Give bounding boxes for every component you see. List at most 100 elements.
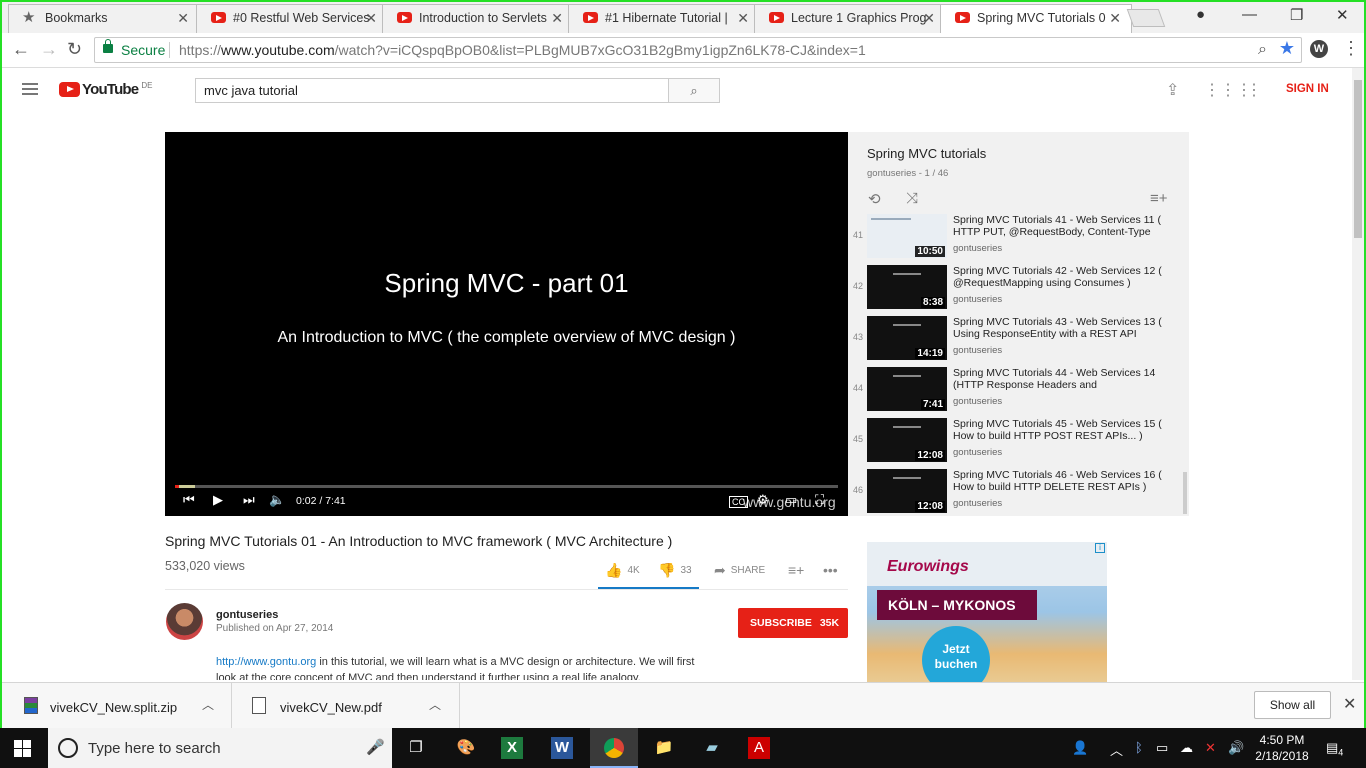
word-app-icon[interactable]: W — [551, 737, 573, 759]
extension-icon[interactable]: W — [1310, 40, 1328, 58]
sign-in-button[interactable]: SIGN IN — [1286, 83, 1329, 95]
notification-center-icon[interactable]: ▤4 — [1326, 740, 1343, 758]
acrobat-app-icon[interactable]: A — [748, 737, 770, 759]
playlist-item-title[interactable]: Spring MVC Tutorials 46 - Web Services 1… — [953, 469, 1177, 493]
tab-restful-web-services[interactable]: #0 Restful Web Services ✕ — [196, 4, 388, 33]
close-tab-icon[interactable]: ✕ — [365, 5, 377, 31]
tab-hibernate[interactable]: #1 Hibernate Tutorial | ✕ — [568, 4, 760, 33]
advertisement[interactable]: Eurowings KÖLN – MYKONOS Jetzt buchen i — [867, 542, 1107, 682]
page-scrollbar[interactable] — [1352, 68, 1364, 680]
chrome-app-icon[interactable] — [600, 734, 628, 762]
network-icon[interactable]: ✕ — [1205, 740, 1216, 756]
people-icon[interactable]: 👤 — [1072, 740, 1088, 756]
ad-cta-button[interactable]: Jetzt buchen — [922, 626, 990, 682]
video-thumbnail[interactable]: 12:08 — [867, 469, 947, 513]
download-item[interactable]: vivekCV_New.split.zip ︿ — [2, 683, 232, 728]
playlist-item[interactable]: 43 14:19 Spring MVC Tutorials 43 - Web S… — [848, 316, 1189, 367]
close-tab-icon[interactable]: ✕ — [177, 5, 189, 31]
profile-icon[interactable]: ● — [1196, 6, 1205, 23]
playlist-item[interactable]: 46 12:08 Spring MVC Tutorials 46 - Web S… — [848, 469, 1189, 516]
new-tab-button[interactable] — [1126, 9, 1166, 27]
restore-icon[interactable]: ❐ — [1290, 6, 1303, 24]
bookmark-star-icon[interactable]: ★ — [1279, 36, 1295, 60]
dislike-button[interactable]: 👎 33 — [658, 562, 692, 579]
playlist-item-title[interactable]: Spring MVC Tutorials 44 - Web Services 1… — [953, 367, 1177, 391]
video-thumbnail[interactable]: 10:50 — [867, 214, 947, 258]
cloud-icon[interactable]: ☁ — [1180, 740, 1193, 756]
tab-servlets[interactable]: Introduction to Servlets ✕ — [382, 4, 574, 33]
previous-icon[interactable]: ⏮ — [183, 492, 195, 508]
playlist-scrollbar[interactable] — [1183, 472, 1187, 514]
playlist-title[interactable]: Spring MVC tutorials — [867, 146, 986, 161]
ad-info-icon[interactable]: i — [1095, 543, 1105, 553]
chevron-up-icon[interactable]: ︿ — [1110, 740, 1123, 759]
notes-app-icon[interactable]: ▰ — [698, 734, 726, 762]
browser-menu-icon[interactable]: ⋮ — [1342, 38, 1360, 59]
playlist-item[interactable]: 41 10:50 Spring MVC Tutorials 41 - Web S… — [848, 214, 1189, 265]
file-explorer-icon[interactable]: 📁 — [650, 734, 678, 762]
loop-icon[interactable]: ⟲ — [868, 190, 881, 208]
add-to-button[interactable]: ≡+ — [788, 562, 809, 578]
download-item[interactable]: vivekCV_New.pdf ︿ — [232, 683, 460, 728]
close-window-icon[interactable]: ✕ — [1336, 6, 1349, 24]
theater-mode-icon[interactable]: ▭ — [785, 492, 797, 508]
video-player[interactable]: Spring MVC - part 01 An Introduction to … — [165, 132, 848, 516]
minimize-icon[interactable]: — — [1242, 6, 1257, 23]
search-input[interactable]: mvc java tutorial — [195, 78, 669, 103]
excel-app-icon[interactable]: X — [501, 737, 523, 759]
description-link[interactable]: http://www.gontu.org — [216, 656, 316, 668]
video-thumbnail[interactable]: 8:38 — [867, 265, 947, 309]
battery-icon[interactable]: ▭ — [1156, 740, 1168, 756]
playlist-item[interactable]: 45 12:08 Spring MVC Tutorials 45 - Web S… — [848, 418, 1189, 469]
close-tab-icon[interactable]: ✕ — [737, 5, 749, 31]
search-button[interactable]: ⌕ — [668, 78, 720, 103]
more-actions-button[interactable]: ••• — [823, 562, 843, 578]
play-icon[interactable]: ▶ — [213, 492, 223, 508]
close-tab-icon[interactable]: ✕ — [1109, 5, 1121, 31]
scrollbar-thumb[interactable] — [1354, 80, 1362, 238]
tab-spring-mvc[interactable]: Spring MVC Tutorials 0 ✕ — [940, 4, 1132, 34]
like-button[interactable]: 👍 4K — [605, 562, 640, 579]
playlist-item[interactable]: 44 7:41 Spring MVC Tutorials 44 - Web Se… — [848, 367, 1189, 418]
chevron-up-icon[interactable]: ︿ — [429, 696, 441, 713]
avatar[interactable] — [166, 603, 203, 640]
reload-icon[interactable]: ↻ — [67, 39, 82, 60]
subscribe-button[interactable]: SUBSCRIBE 35K — [738, 608, 848, 638]
fullscreen-icon[interactable]: ⛶ — [815, 492, 824, 508]
address-bar[interactable]: Secure https://www.youtube.com/watch?v=i… — [94, 37, 1302, 63]
playlist-item-title[interactable]: Spring MVC Tutorials 42 - Web Services 1… — [953, 265, 1177, 289]
video-thumbnail[interactable]: 7:41 — [867, 367, 947, 411]
bluetooth-icon[interactable]: ᛒ — [1135, 740, 1143, 755]
show-all-button[interactable]: Show all — [1254, 691, 1331, 719]
close-tab-icon[interactable]: ✕ — [923, 5, 935, 31]
progress-bar[interactable] — [175, 485, 838, 488]
captions-icon[interactable]: CC — [729, 496, 748, 508]
shuffle-icon[interactable]: ⤨ — [906, 190, 918, 207]
video-thumbnail[interactable]: 14:19 — [867, 316, 947, 360]
settings-dots-icon[interactable]: ⋮ — [1246, 80, 1262, 100]
playlist-item-title[interactable]: Spring MVC Tutorials 41 - Web Services 1… — [953, 214, 1177, 238]
taskbar-search[interactable]: Type here to search 🎤 — [48, 728, 392, 768]
system-clock[interactable]: 4:50 PM 2/18/2018 — [1252, 732, 1312, 764]
url-text[interactable]: https://www.youtube.com/watch?v=iCQspqBp… — [179, 38, 866, 62]
volume-icon[interactable]: 🔈 — [269, 492, 285, 508]
task-view-icon[interactable]: ❐ — [402, 734, 430, 762]
close-tab-icon[interactable]: ✕ — [551, 5, 563, 31]
share-button[interactable]: ➦ SHARE — [714, 562, 765, 579]
playlist-item-title[interactable]: Spring MVC Tutorials 45 - Web Services 1… — [953, 418, 1177, 442]
chevron-up-icon[interactable]: ︿ — [202, 696, 214, 713]
next-icon[interactable]: ⏭ — [243, 492, 255, 508]
hamburger-menu-icon[interactable] — [22, 83, 38, 95]
youtube-logo[interactable]: YouTube DE — [59, 81, 152, 98]
back-icon[interactable]: ← — [12, 39, 30, 60]
volume-icon[interactable]: 🔊 — [1228, 740, 1244, 756]
gear-icon[interactable]: ⚙ — [757, 492, 769, 508]
paint-app-icon[interactable]: 🎨 — [452, 734, 480, 762]
microphone-icon[interactable]: 🎤 — [366, 738, 385, 756]
windows-start-icon[interactable] — [14, 740, 31, 757]
playlist-item-title[interactable]: Spring MVC Tutorials 43 - Web Services 1… — [953, 316, 1177, 340]
apps-grid-icon[interactable]: ⋮⋮⋮ — [1204, 80, 1252, 100]
close-icon[interactable]: ✕ — [1343, 694, 1356, 714]
tab-graphics[interactable]: Lecture 1 Graphics Prog ✕ — [754, 4, 946, 33]
zoom-icon[interactable]: ⌕ — [1258, 38, 1267, 62]
